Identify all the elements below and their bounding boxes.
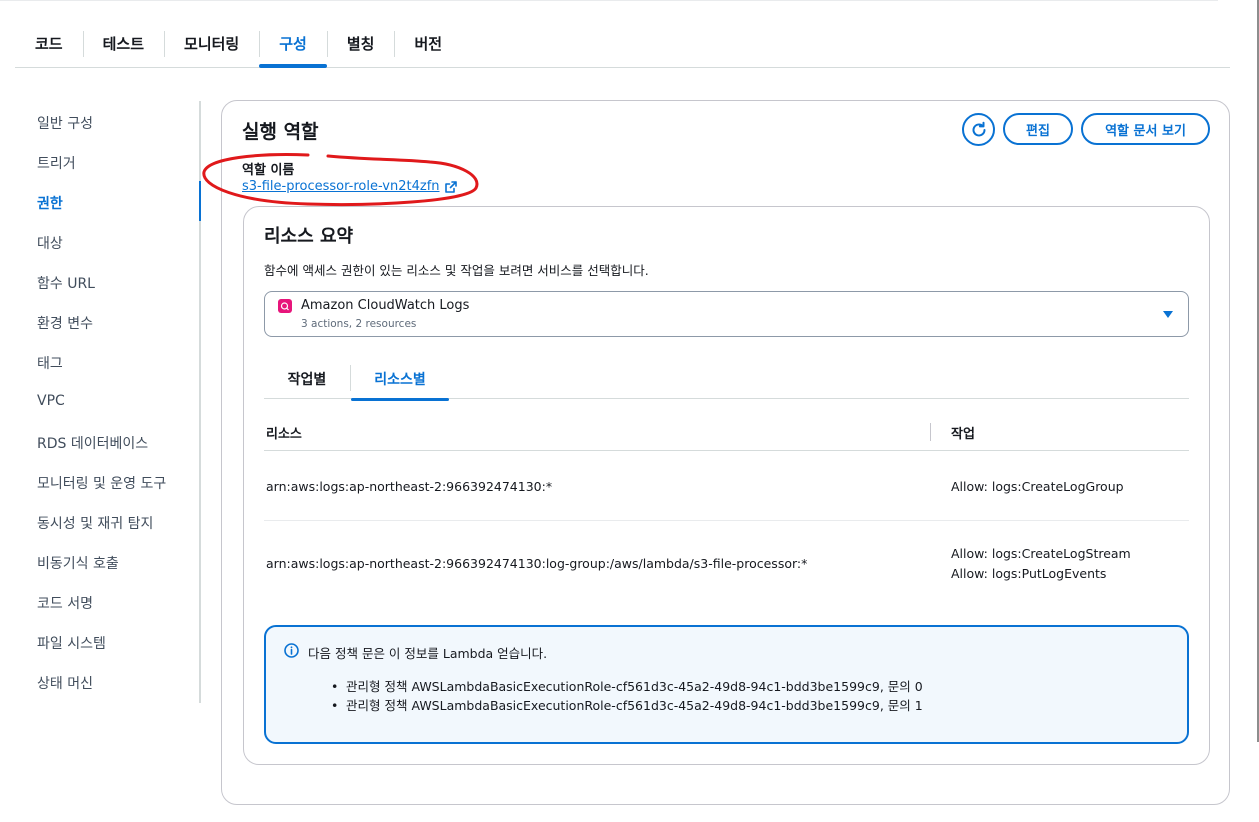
sidebar-item-state-machines[interactable]: 상태 머신 [37, 673, 93, 693]
resource-arn: arn:aws:logs:ap-northeast-2:966392474130… [266, 556, 808, 571]
tab-versions[interactable]: 버전 [394, 20, 462, 66]
policy-statement-list: 관리형 정책 AWSLambdaBasicExecutionRole-cf561… [331, 677, 923, 715]
sidebar-item-destinations[interactable]: 대상 [37, 233, 63, 253]
service-counts: 3 actions, 2 resources [301, 318, 417, 330]
sidebar-item-permissions[interactable]: 권한 [37, 193, 63, 213]
action-value: Allow: logs:CreateLogGroup [951, 479, 1124, 494]
sidebar-item-triggers[interactable]: 트리거 [37, 153, 76, 173]
info-icon [284, 643, 299, 658]
sidebar-item-vpc[interactable]: VPC [37, 393, 65, 409]
info-title: 다음 정책 문은 이 정보를 Lambda 얻습니다. [308, 646, 548, 661]
cloudwatch-logs-icon [278, 299, 292, 313]
sidebar-item-monitoring-tools[interactable]: 모니터링 및 운영 도구 [37, 473, 166, 493]
table-row: arn:aws:logs:ap-northeast-2:966392474130… [264, 521, 1189, 609]
main-tabs: 코드 테스트 모니터링 구성 별칭 버전 [15, 20, 1230, 68]
tab-label: 테스트 [102, 34, 145, 53]
action-value: Allow: logs:PutLogEvents [951, 566, 1107, 581]
tab-monitoring[interactable]: 모니터링 [164, 20, 259, 66]
view-role-document-button[interactable]: 역할 문서 보기 [1081, 113, 1210, 145]
top-border [0, 0, 1218, 4]
service-name: Amazon CloudWatch Logs [301, 298, 470, 313]
table-header: 리소스 작업 [264, 417, 1189, 451]
list-item: 관리형 정책 AWSLambdaBasicExecutionRole-cf561… [331, 696, 923, 715]
edit-button[interactable]: 편집 [1003, 113, 1073, 145]
tab-label: 코드 [35, 34, 63, 53]
caret-down-icon [1163, 311, 1173, 318]
tab-by-action[interactable]: 작업별 [264, 359, 350, 399]
config-sidenav: 일반 구성 트리거 권한 대상 함수 URL 환경 변수 태그 VPC RDS … [0, 101, 201, 703]
column-header-action: 작업 [951, 427, 975, 442]
tab-aliases[interactable]: 별칭 [326, 20, 395, 66]
sidebar-item-function-url[interactable]: 함수 URL [37, 273, 95, 293]
active-indicator [199, 181, 201, 221]
refresh-icon [972, 121, 985, 136]
resource-summary-container: 리소스 요약 함수에 액세스 권한이 있는 리소스 및 작업을 보려면 서비스를… [243, 206, 1210, 765]
tab-configuration[interactable]: 구성 [259, 20, 327, 68]
tab-label: 작업별 [287, 372, 327, 388]
tab-label: 버전 [414, 34, 443, 53]
column-header-resource: 리소스 [266, 427, 302, 442]
action-value: Allow: logs:CreateLogStream [951, 546, 1131, 561]
external-link-icon [444, 180, 457, 193]
sidebar-item-env-vars[interactable]: 환경 변수 [37, 313, 93, 333]
tab-label: 구성 [279, 34, 307, 53]
sidebar-item-async[interactable]: 비동기식 호출 [37, 553, 119, 573]
column-divider [930, 423, 931, 441]
tab-code[interactable]: 코드 [15, 20, 83, 66]
sidebar-item-rds[interactable]: RDS 데이터베이스 [37, 433, 148, 453]
sidebar-item-file-systems[interactable]: 파일 시스템 [37, 633, 106, 653]
execution-role-panel: 실행 역할 편집 역할 문서 보기 역할 이름 s3-file-processo… [221, 100, 1230, 805]
summary-title: 리소스 요약 [264, 226, 354, 247]
policy-info-alert: 다음 정책 문은 이 정보를 Lambda 얻습니다. 관리형 정책 AWSLa… [264, 625, 1189, 744]
summary-description: 함수에 액세스 권한이 있는 리소스 및 작업을 보려면 서비스를 선택합니다. [264, 263, 649, 278]
sidebar-item-code-signing[interactable]: 코드 서명 [37, 593, 93, 613]
resource-view-tabs: 작업별 리소스별 [264, 359, 1189, 401]
service-select[interactable]: Amazon CloudWatch Logs 3 actions, 2 reso… [264, 291, 1189, 337]
role-name-text: s3-file-processor-role-vn2t4zfn [242, 179, 440, 194]
tab-by-resource[interactable]: 리소스별 [351, 359, 449, 401]
tab-label: 모니터링 [184, 34, 240, 53]
sidebar-item-general[interactable]: 일반 구성 [37, 113, 93, 133]
tab-label: 리소스별 [374, 372, 426, 388]
tab-test[interactable]: 테스트 [82, 20, 164, 66]
table-row: arn:aws:logs:ap-northeast-2:966392474130… [264, 452, 1189, 521]
panel-title: 실행 역할 [242, 121, 319, 143]
refresh-button[interactable] [962, 113, 995, 146]
list-item: 관리형 정책 AWSLambdaBasicExecutionRole-cf561… [331, 677, 923, 696]
sidebar-item-concurrency[interactable]: 동시성 및 재귀 탐지 [37, 513, 153, 533]
role-name-label: 역할 이름 [242, 163, 295, 178]
resource-arn: arn:aws:logs:ap-northeast-2:966392474130… [266, 479, 553, 494]
sidebar-item-tags[interactable]: 태그 [37, 353, 63, 373]
tab-label: 별칭 [346, 34, 375, 53]
role-name-link[interactable]: s3-file-processor-role-vn2t4zfn [242, 179, 457, 194]
